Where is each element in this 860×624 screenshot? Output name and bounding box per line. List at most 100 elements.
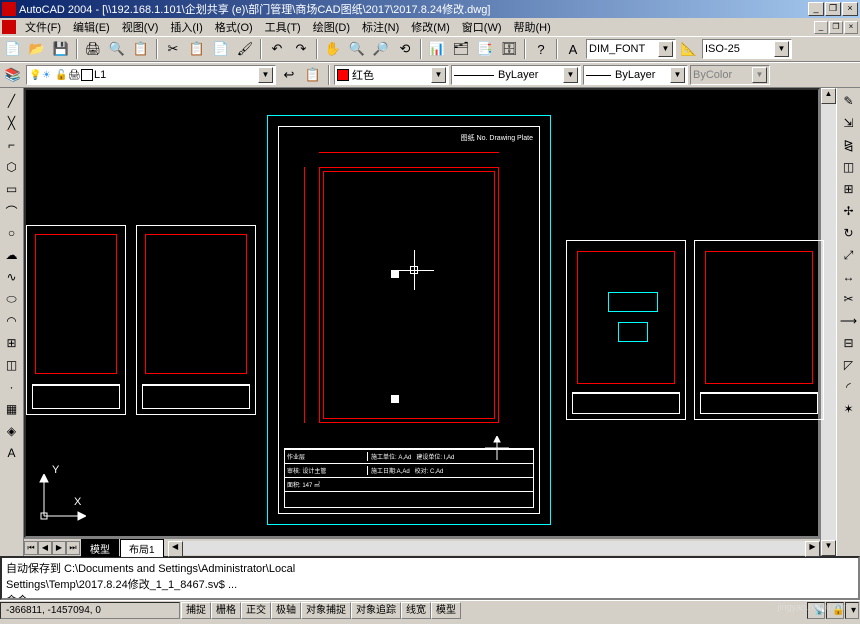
zoom-previous-button[interactable]: ⟲ [394,38,416,60]
menu-format[interactable]: 格式(O) [209,19,259,35]
dim-style-icon[interactable]: 📐 [678,38,700,60]
command-window[interactable]: 自动保存到 C:\Documents and Settings\Administ… [0,556,860,600]
tab-next-button[interactable]: ▶ [52,541,66,555]
menu-tools[interactable]: 工具(T) [259,19,307,35]
dim-style-dropdown[interactable]: ISO-25 ▼ [702,39,792,59]
print-button[interactable]: 🖨 [82,38,104,60]
scroll-right-button[interactable]: ▶ [805,541,820,557]
tab-model[interactable]: 模型 [81,539,119,557]
pan-button[interactable]: ✋ [322,38,344,60]
rectangle-tool[interactable]: ▭ [2,179,22,199]
tab-first-button[interactable]: ⏮ [24,541,38,555]
status-tray-icon[interactable]: 📡 [807,602,825,619]
print-preview-button[interactable]: 🔍 [106,38,128,60]
doc-close-button[interactable]: × [844,21,858,34]
save-button[interactable]: 💾 [50,38,72,60]
otrack-toggle[interactable]: 对象追踪 [351,602,401,619]
region-tool[interactable]: ◈ [2,421,22,441]
menu-dimension[interactable]: 标注(N) [356,19,405,35]
layer-previous-button[interactable]: ↩ [278,64,300,86]
text-style-dropdown[interactable]: DIM_FONT ▼ [586,39,676,59]
dbconnect-button[interactable]: 🗄 [498,38,520,60]
zoom-realtime-button[interactable]: 🔍 [346,38,368,60]
spline-tool[interactable]: ∿ [2,267,22,287]
ellipse-tool[interactable]: ⬭ [2,289,22,309]
extend-tool[interactable]: ⟶ [839,311,859,331]
scale-tool[interactable]: ⤢ [839,245,859,265]
horizontal-scrollbar[interactable]: ◀ ▶ [168,541,820,555]
tab-layout1[interactable]: 布局1 [120,539,164,557]
help-button[interactable]: ? [530,38,552,60]
ellipse-arc-tool[interactable]: ◠ [2,311,22,331]
layer-dropdown[interactable]: 💡☀🔓🖨 L1 ▼ [26,65,276,85]
selection-grip[interactable] [391,395,399,403]
open-button[interactable]: 📂 [26,38,48,60]
selection-grip[interactable] [391,270,399,278]
menu-window[interactable]: 窗口(W) [456,19,508,35]
menu-edit[interactable]: 编辑(E) [67,19,116,35]
text-style-icon[interactable]: A [562,38,584,60]
scroll-up-button[interactable]: ▲ [821,88,836,104]
osnap-toggle[interactable]: 对象捕捉 [301,602,351,619]
menu-view[interactable]: 视图(V) [116,19,165,35]
properties-button[interactable]: 📊 [426,38,448,60]
text-tool[interactable]: A [2,443,22,463]
move-tool[interactable]: ✢ [839,201,859,221]
status-menu-icon[interactable]: ▾ [845,602,859,619]
model-toggle[interactable]: 模型 [431,602,461,619]
paste-button[interactable]: 📄 [210,38,232,60]
copy-tool[interactable]: ⇲ [839,113,859,133]
new-button[interactable]: 📄 [2,38,24,60]
revcloud-tool[interactable]: ☁ [2,245,22,265]
stretch-tool[interactable]: ↔ [839,267,859,287]
menu-help[interactable]: 帮助(H) [508,19,557,35]
insert-block-tool[interactable]: ⊞ [2,333,22,353]
menu-insert[interactable]: 插入(I) [164,19,208,35]
polygon-tool[interactable]: ⬡ [2,157,22,177]
menu-draw[interactable]: 绘图(D) [307,19,356,35]
redo-button[interactable]: ↷ [290,38,312,60]
fillet-tool[interactable]: ◜ [839,377,859,397]
menu-file[interactable]: 文件(F) [19,19,67,35]
make-block-tool[interactable]: ◫ [2,355,22,375]
rotate-tool[interactable]: ↻ [839,223,859,243]
zoom-window-button[interactable]: 🔎 [370,38,392,60]
ortho-toggle[interactable]: 正交 [241,602,271,619]
xline-tool[interactable]: ╳ [2,113,22,133]
close-button[interactable]: × [842,2,858,16]
hatch-tool[interactable]: ▦ [2,399,22,419]
polyline-tool[interactable]: ⌐ [2,135,22,155]
chamfer-tool[interactable]: ◸ [839,355,859,375]
snap-toggle[interactable]: 捕捉 [181,602,211,619]
tab-prev-button[interactable]: ◀ [38,541,52,555]
minimize-button[interactable]: _ [808,2,824,16]
grid-toggle[interactable]: 栅格 [211,602,241,619]
scroll-left-button[interactable]: ◀ [168,541,183,557]
trim-tool[interactable]: ✂ [839,289,859,309]
doc-minimize-button[interactable]: _ [814,21,828,34]
polar-toggle[interactable]: 极轴 [271,602,301,619]
point-tool[interactable]: · [2,377,22,397]
mirror-tool[interactable]: ⧎ [839,135,859,155]
publish-button[interactable]: 📋 [130,38,152,60]
array-tool[interactable]: ⊞ [839,179,859,199]
circle-tool[interactable]: ○ [2,223,22,243]
copy-button[interactable]: 📋 [186,38,208,60]
design-center-button[interactable]: 🗂 [450,38,472,60]
tool-palette-button[interactable]: 📑 [474,38,496,60]
color-dropdown[interactable]: 红色 ▼ [334,65,449,85]
doc-restore-button[interactable]: ❐ [829,21,843,34]
offset-tool[interactable]: ◫ [839,157,859,177]
line-tool[interactable]: ╱ [2,91,22,111]
scroll-down-button[interactable]: ▼ [821,540,836,556]
linetype-dropdown[interactable]: ByLayer ▼ [451,65,581,85]
match-properties-button[interactable]: 🖌 [234,38,256,60]
break-tool[interactable]: ⊟ [839,333,859,353]
arc-tool[interactable]: ⌒ [2,201,22,221]
explode-tool[interactable]: ✶ [839,399,859,419]
status-lock-icon[interactable]: 🔒 [826,602,844,619]
undo-button[interactable]: ↶ [266,38,288,60]
tab-last-button[interactable]: ⏭ [66,541,80,555]
maximize-button[interactable]: ❐ [825,2,841,16]
erase-tool[interactable]: ✎ [839,91,859,111]
